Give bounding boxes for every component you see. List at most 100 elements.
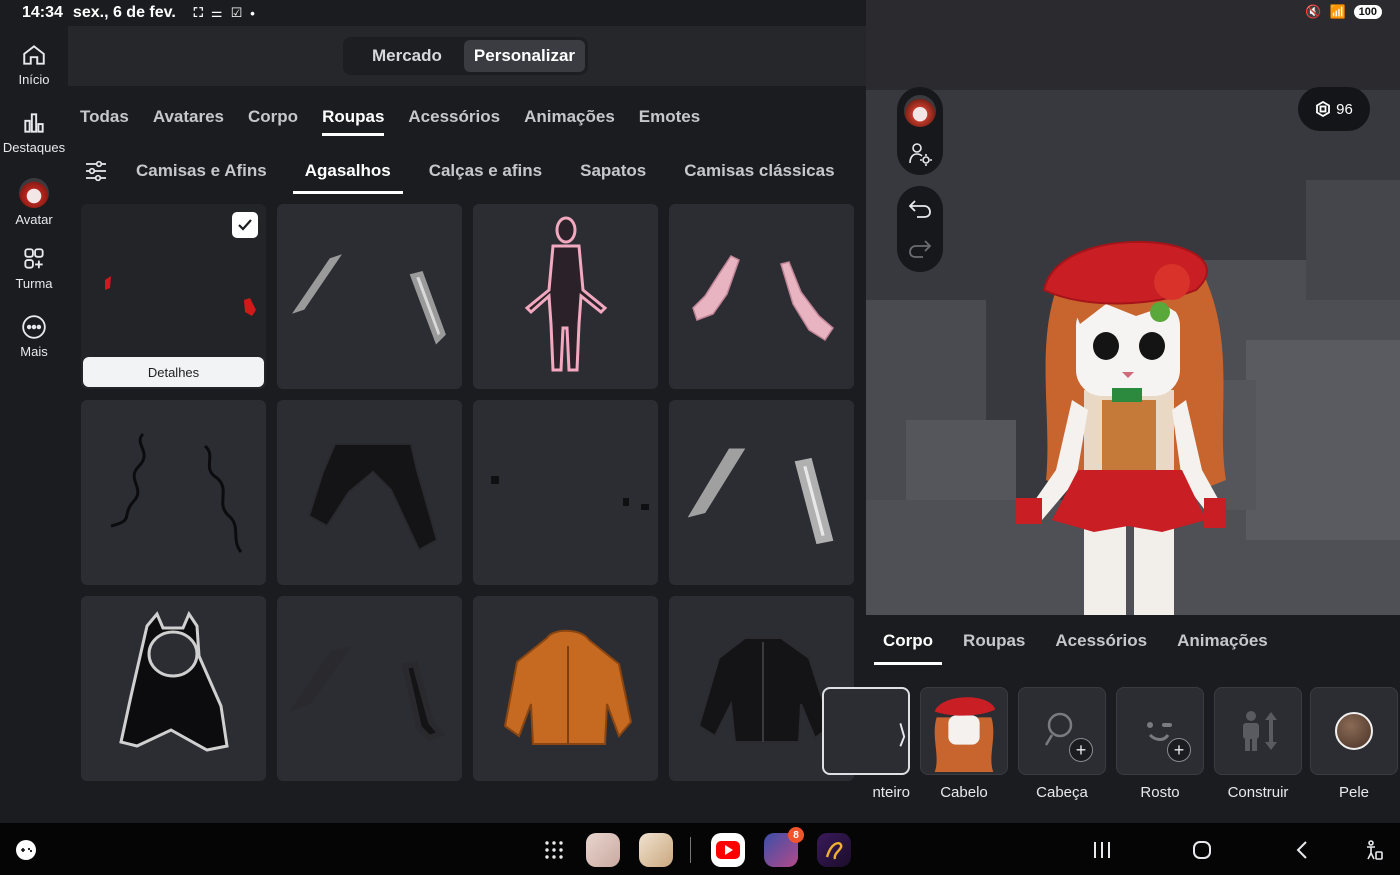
item-card[interactable] bbox=[473, 400, 658, 585]
skin-tone-icon bbox=[1310, 687, 1398, 775]
subtab-agasalhos[interactable]: Agasalhos bbox=[292, 148, 403, 194]
details-button[interactable]: Detalhes bbox=[83, 357, 264, 387]
status-bar: 14:34 sex., 6 de fev. ⛶ ⚌ ☑ • bbox=[0, 0, 866, 26]
part-pele[interactable]: Pele bbox=[1310, 687, 1398, 801]
part-corpo-inteiro[interactable]: nteiro bbox=[822, 687, 910, 801]
accessibility-icon[interactable] bbox=[1364, 839, 1384, 861]
part-label: Pele bbox=[1338, 784, 1370, 801]
photo-app-icon[interactable] bbox=[586, 833, 620, 867]
redo-icon[interactable] bbox=[907, 238, 933, 260]
orange-hoodie-icon bbox=[503, 629, 633, 745]
back-icon[interactable] bbox=[1294, 840, 1310, 860]
tab-avatares[interactable]: Avatares bbox=[153, 86, 224, 148]
item-card[interactable] bbox=[277, 596, 462, 781]
items-grid: Detalhes bbox=[81, 204, 854, 781]
add-icon: + bbox=[1167, 738, 1191, 762]
market-customize-switch: Mercado Personalizar bbox=[343, 37, 589, 75]
part-label: Construir bbox=[1227, 784, 1289, 801]
more-icon bbox=[22, 315, 46, 339]
build-icon bbox=[1214, 687, 1302, 775]
black-ribbon-laces-icon bbox=[110, 432, 243, 553]
body-panel: Corpo Roupas Acessórios Animações nteiro… bbox=[822, 615, 1400, 823]
equalizer-icon: ⚌ bbox=[210, 5, 223, 20]
status-right: 🔇 📶 100 bbox=[1305, 4, 1382, 20]
small-black-pieces-icon bbox=[491, 476, 649, 510]
filter-sliders-icon bbox=[86, 160, 106, 182]
tab-emotes[interactable]: Emotes bbox=[639, 86, 700, 148]
sidebar-item-label: Início bbox=[18, 72, 50, 87]
pink-outline-body-icon bbox=[524, 216, 608, 372]
white-leg-warmers-icon bbox=[292, 254, 446, 345]
item-card[interactable] bbox=[81, 400, 266, 585]
group-icon bbox=[24, 248, 44, 269]
item-card[interactable] bbox=[473, 596, 658, 781]
part-cabelo[interactable]: Cabelo bbox=[920, 687, 1008, 801]
item-card[interactable] bbox=[277, 204, 462, 389]
subtab-calcas-e-afins[interactable]: Calças e afins bbox=[417, 148, 554, 194]
gamepad-icon[interactable] bbox=[15, 839, 37, 861]
pink-frilly-sleeves-icon bbox=[692, 255, 834, 342]
filter-button[interactable] bbox=[68, 148, 124, 194]
subtab-sapatos[interactable]: Sapatos bbox=[568, 148, 658, 194]
robux-balance[interactable]: 96 bbox=[1298, 87, 1370, 131]
stylus-app-icon[interactable] bbox=[817, 833, 851, 867]
sidebar-item-turma[interactable]: Turma bbox=[0, 246, 68, 291]
clock: 14:34 bbox=[22, 4, 63, 21]
sidebar: Início Destaques Avatar Turma Mais bbox=[0, 26, 68, 823]
mute-icon: 🔇 bbox=[1305, 4, 1322, 19]
avatar-viewport[interactable]: 96 bbox=[866, 0, 1400, 615]
item-card[interactable] bbox=[473, 204, 658, 389]
part-rosto[interactable]: + Rosto bbox=[1116, 687, 1204, 801]
history-tools bbox=[897, 186, 943, 272]
item-card[interactable] bbox=[81, 596, 266, 781]
selected-check-icon bbox=[232, 212, 258, 238]
subtab-camisas-e-afins[interactable]: Camisas e Afins bbox=[124, 148, 279, 194]
apps-grid-icon[interactable] bbox=[544, 840, 564, 860]
avatar-thumb-icon[interactable] bbox=[904, 95, 936, 127]
skin-swatch bbox=[1335, 712, 1373, 750]
body-tabs: Corpo Roupas Acessórios Animações bbox=[874, 615, 1277, 667]
catalog-panel: Todas Avatares Corpo Roupas Acessórios A… bbox=[68, 86, 866, 823]
date: sex., 6 de fev. bbox=[72, 4, 176, 21]
tab-corpo[interactable]: Corpo bbox=[248, 86, 298, 148]
tab-acessorios[interactable]: Acessórios bbox=[408, 86, 500, 148]
dot-icon: • bbox=[250, 5, 255, 21]
game-app-icon[interactable]: 8 bbox=[764, 827, 804, 867]
avatar-settings-icon[interactable] bbox=[907, 141, 933, 167]
part-label: Cabelo bbox=[940, 784, 988, 801]
cake-app-icon[interactable] bbox=[639, 833, 673, 867]
body-tab-acessorios[interactable]: Acessórios bbox=[1046, 615, 1156, 667]
part-construir[interactable]: Construir bbox=[1214, 687, 1302, 801]
personalizar-button[interactable]: Personalizar bbox=[463, 40, 586, 72]
part-cabeca[interactable]: + Cabeça bbox=[1018, 687, 1106, 801]
tab-roupas[interactable]: Roupas bbox=[322, 86, 385, 148]
tab-animacoes[interactable]: Animações bbox=[524, 86, 615, 148]
body-tab-corpo[interactable]: Corpo bbox=[874, 615, 943, 667]
sidebar-item-label: Mais bbox=[20, 344, 48, 359]
item-card[interactable] bbox=[669, 400, 854, 585]
item-card[interactable] bbox=[669, 204, 854, 389]
checkbox-notification-icon: ☑ bbox=[230, 5, 243, 20]
undo-icon[interactable] bbox=[907, 198, 933, 220]
body-tab-roupas[interactable]: Roupas bbox=[954, 615, 1034, 667]
black-gloves-icon bbox=[288, 646, 447, 742]
sidebar-item-avatar[interactable]: Avatar bbox=[0, 178, 68, 227]
robux-amount: 96 bbox=[1336, 100, 1353, 118]
item-card[interactable]: Detalhes bbox=[81, 204, 266, 389]
tab-todas[interactable]: Todas bbox=[80, 86, 129, 148]
sidebar-item-label: Avatar bbox=[15, 212, 53, 227]
sidebar-item-destaques[interactable]: Destaques bbox=[0, 110, 68, 155]
subtab-camisas-classicas[interactable]: Camisas clássicas bbox=[672, 148, 846, 194]
item-card[interactable] bbox=[277, 400, 462, 585]
avatar-icon bbox=[19, 178, 49, 208]
part-label: Cabeça bbox=[1036, 784, 1088, 801]
home-nav-icon[interactable] bbox=[1192, 840, 1212, 860]
mercado-button[interactable]: Mercado bbox=[346, 40, 460, 72]
main-tabs: Todas Avatares Corpo Roupas Acessórios A… bbox=[80, 86, 700, 148]
body-tab-animacoes[interactable]: Animações bbox=[1168, 615, 1277, 667]
youtube-icon[interactable] bbox=[711, 833, 745, 867]
recents-icon[interactable] bbox=[1092, 841, 1112, 859]
notification-badge: 8 bbox=[788, 827, 804, 843]
sidebar-item-mais[interactable]: Mais bbox=[0, 314, 68, 359]
sidebar-item-inicio[interactable]: Início bbox=[0, 42, 68, 87]
